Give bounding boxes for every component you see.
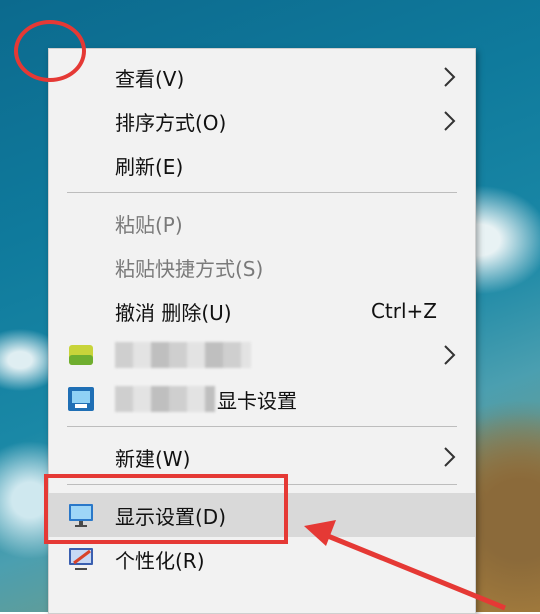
menu-item-obscured-app[interactable] bbox=[49, 333, 475, 377]
menu-item-label: 粘贴快捷方式(S) bbox=[115, 256, 264, 281]
app-icon bbox=[69, 345, 93, 365]
menu-item-label: 粘贴(P) bbox=[115, 212, 183, 237]
shortcut-text: Ctrl+Z bbox=[370, 299, 437, 323]
menu-item-new[interactable]: 新建(W) bbox=[49, 435, 475, 479]
menu-item-paste-shortcut: 粘贴快捷方式(S) bbox=[49, 245, 475, 289]
intel-graphics-icon bbox=[68, 387, 94, 411]
menu-item-label: 查看(V) bbox=[115, 66, 185, 91]
chevron-right-icon bbox=[444, 345, 456, 365]
annotation-circle bbox=[14, 20, 86, 82]
menu-item-label: 排序方式(O) bbox=[115, 110, 227, 135]
chevron-right-icon bbox=[444, 111, 456, 131]
menu-item-sort-by[interactable]: 排序方式(O) bbox=[49, 99, 475, 143]
menu-item-label: 刷新(E) bbox=[115, 154, 184, 179]
menu-item-paste: 粘贴(P) bbox=[49, 201, 475, 245]
menu-item-label: 显卡设置 bbox=[217, 388, 297, 413]
menu-item-refresh[interactable]: 刷新(E) bbox=[49, 143, 475, 187]
menu-item-label: 新建(W) bbox=[115, 446, 191, 471]
menu-item-label: 撤消 删除(U) bbox=[115, 300, 232, 325]
menu-item-label: 个性化(R) bbox=[115, 548, 205, 573]
annotation-highlight-box bbox=[44, 474, 288, 544]
obscured-label bbox=[115, 386, 215, 412]
chevron-right-icon bbox=[444, 67, 456, 87]
menu-item-view[interactable]: 查看(V) bbox=[49, 55, 475, 99]
menu-separator bbox=[67, 192, 457, 193]
obscured-label bbox=[115, 342, 251, 368]
menu-item-graphics-settings[interactable]: 显卡设置 bbox=[49, 377, 475, 421]
menu-item-undo-delete[interactable]: 撤消 删除(U) Ctrl+Z bbox=[49, 289, 475, 333]
chevron-right-icon bbox=[444, 447, 456, 467]
menu-separator bbox=[67, 426, 457, 427]
personalize-icon bbox=[69, 548, 93, 570]
